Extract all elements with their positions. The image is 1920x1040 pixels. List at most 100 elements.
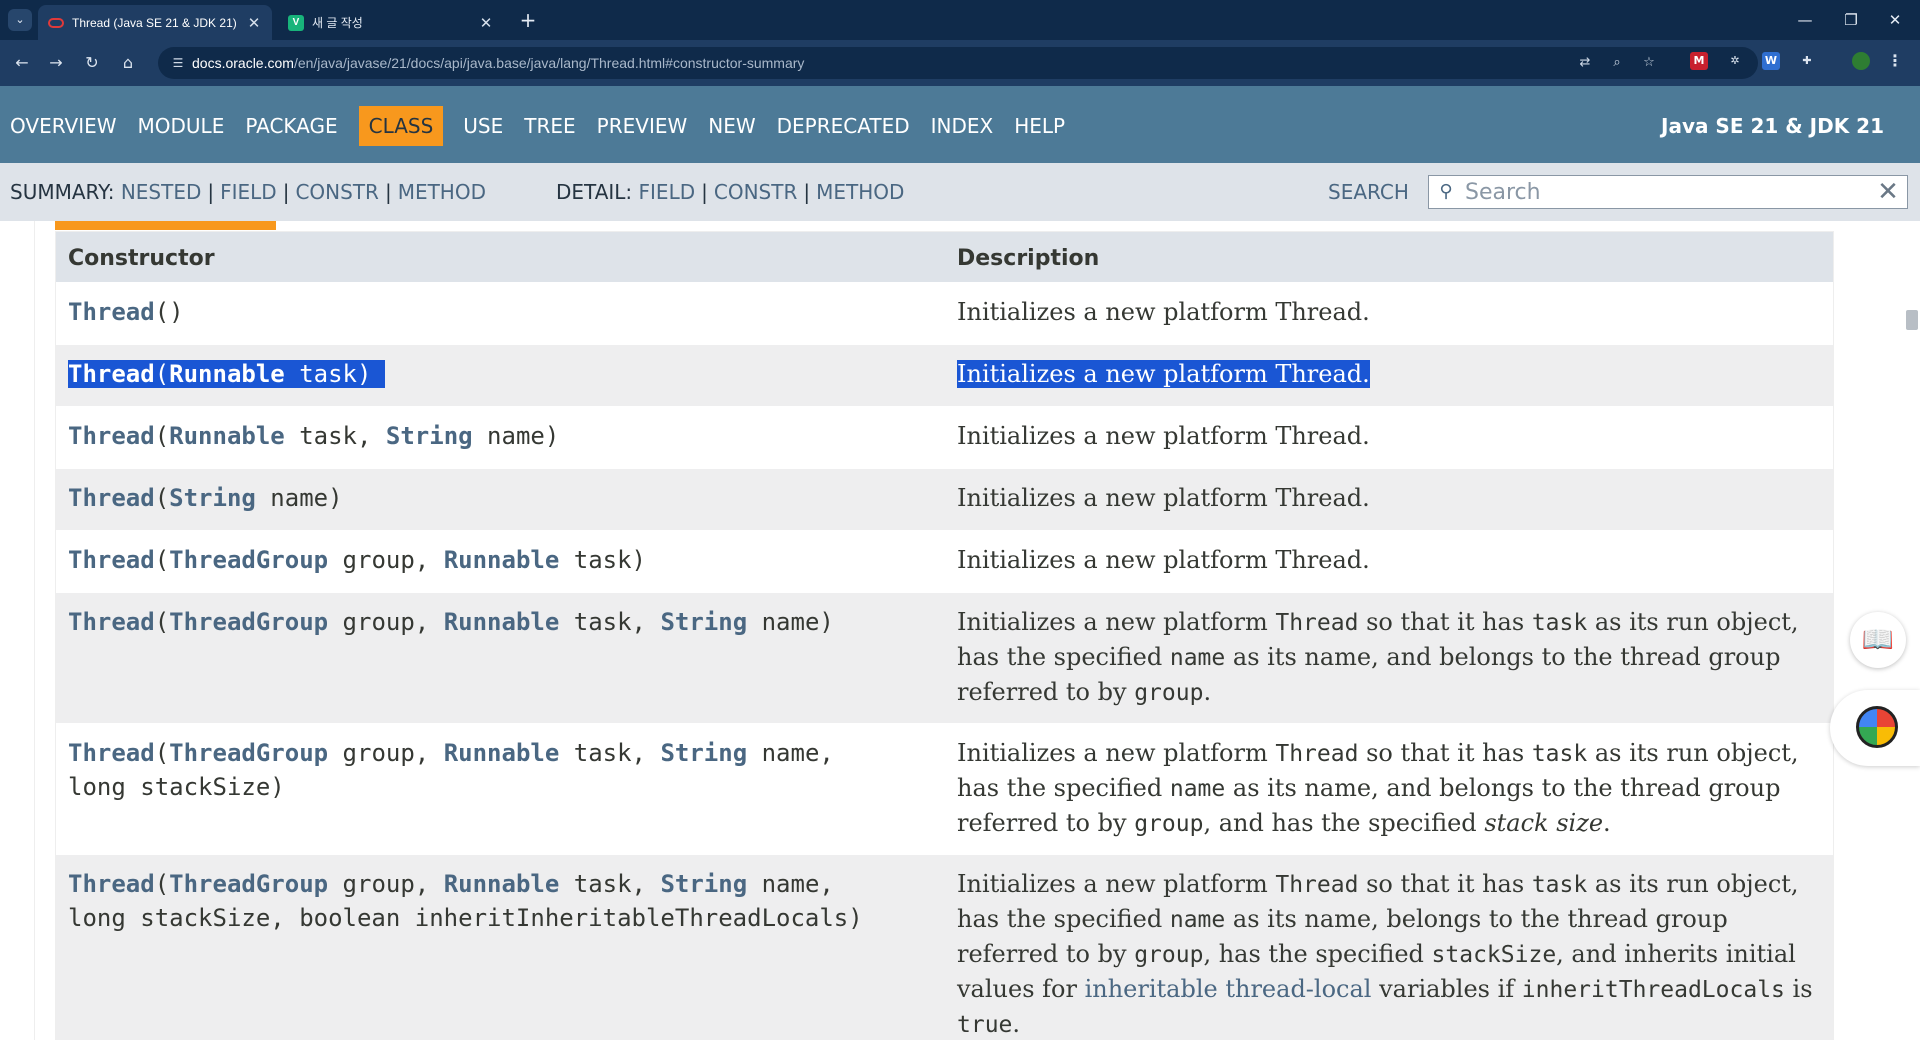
threadgroup-type-link[interactable]: ThreadGroup [169, 870, 328, 898]
constructor-link[interactable]: Thread [68, 298, 155, 326]
minimize-button[interactable]: — [1790, 8, 1820, 32]
runnable-type-link[interactable]: Runnable [169, 360, 285, 388]
detail-label: DETAIL: [556, 180, 633, 204]
main-content: Constructor Description Thread() Initial… [0, 221, 1920, 1040]
nav-index[interactable]: INDEX [921, 106, 1004, 146]
constructor-link[interactable]: Thread [68, 546, 155, 574]
table-header: Constructor Description [56, 232, 1833, 282]
close-icon[interactable]: ✕ [246, 14, 262, 32]
close-icon[interactable]: ✕ [478, 14, 494, 32]
tab-title: 새 글 작성 [312, 16, 363, 30]
zoom-icon[interactable]: ⌕ [1608, 54, 1626, 72]
string-type-link[interactable]: String [660, 608, 747, 636]
top-nav-menu: OVERVIEW MODULE PACKAGE CLASS USE TREE P… [0, 106, 1076, 146]
nav-class-current: CLASS [358, 106, 444, 146]
url-host: docs.oracle.com [192, 55, 294, 71]
runnable-type-link[interactable]: Runnable [444, 546, 560, 574]
javadoc-top-nav: OVERVIEW MODULE PACKAGE CLASS USE TREE P… [0, 86, 1920, 163]
constructor-description: Initializes a new platform Thread so tha… [957, 608, 1799, 706]
nav-tree[interactable]: TREE [514, 106, 585, 146]
constructor-description: Initializes a new platform Thread. [957, 484, 1370, 512]
inheritable-thread-local-link[interactable]: inheritable thread-local [1085, 975, 1372, 1003]
runnable-type-link[interactable]: Runnable [444, 608, 560, 636]
runnable-type-link[interactable]: Runnable [444, 870, 560, 898]
extensions-puzzle-icon[interactable]: ✚ [1798, 52, 1816, 70]
runnable-type-link[interactable]: Runnable [169, 422, 285, 450]
profile-avatar[interactable] [1852, 52, 1870, 70]
constructor-signature: Thread(ThreadGroup group, Runnable task) [68, 546, 646, 574]
extension-w-icon[interactable]: W [1762, 52, 1780, 70]
constructor-link[interactable]: Thread [68, 739, 155, 767]
search-reset-icon[interactable]: ✕ [1875, 178, 1901, 206]
search-box: ⚲ ✕ [1428, 175, 1908, 209]
table-row: Thread(Runnable task, String name) Initi… [56, 406, 1833, 468]
reload-button[interactable]: ↻ [80, 51, 104, 75]
extension-gear-icon[interactable]: ✲ [1726, 52, 1744, 70]
summary-constr-link[interactable]: CONSTR [295, 180, 378, 204]
constructor-signature: Thread(Runnable task) [56, 345, 945, 406]
separator: | [384, 180, 392, 204]
nav-package[interactable]: PACKAGE [235, 106, 347, 146]
constructor-link[interactable]: Thread [68, 484, 155, 512]
constructor-link[interactable]: Thread [68, 608, 155, 636]
string-type-link[interactable]: String [660, 739, 747, 767]
home-icon: ⌂ [122, 53, 134, 72]
table-row: Thread() Initializes a new platform Thre… [56, 282, 1833, 344]
assistant-orb-icon[interactable] [1856, 706, 1898, 748]
scrollbar-thumb[interactable] [1906, 310, 1918, 330]
threadgroup-type-link[interactable]: ThreadGroup [169, 739, 328, 767]
separator: | [803, 180, 811, 204]
bookmark-star-icon[interactable]: ☆ [1640, 54, 1658, 72]
nav-module[interactable]: MODULE [128, 106, 235, 146]
book-icon: 📖 [1861, 625, 1895, 655]
runnable-type-link[interactable]: Runnable [444, 739, 560, 767]
search-label: SEARCH [1328, 180, 1409, 204]
detail-method-link[interactable]: METHOD [816, 180, 904, 204]
reader-mode-button[interactable]: 📖 [1850, 612, 1906, 668]
constructor-signature: Thread(ThreadGroup group, Runnable task,… [68, 739, 834, 801]
table-row-selected: Thread(Runnable task) Initializes a new … [56, 344, 1833, 406]
nav-overview[interactable]: OVERVIEW [0, 106, 127, 146]
nav-deprecated[interactable]: DEPRECATED [767, 106, 920, 146]
browser-menu-icon[interactable]: ⋮ [1886, 52, 1904, 70]
tab-title: Thread (Java SE 21 & JDK 21) [72, 15, 237, 30]
new-tab-button[interactable]: + [516, 8, 540, 32]
nav-help[interactable]: HELP [1004, 106, 1075, 146]
threadgroup-type-link[interactable]: ThreadGroup [169, 546, 328, 574]
header-description: Description [957, 246, 1100, 271]
forward-button[interactable]: → [44, 51, 68, 75]
summary-nested-link[interactable]: NESTED [121, 180, 202, 204]
constructor-description: Initializes a new platform Thread. [957, 422, 1370, 450]
nav-preview[interactable]: PREVIEW [587, 106, 698, 146]
restore-button[interactable]: ❐ [1836, 8, 1866, 32]
detail-field-link[interactable]: FIELD [639, 180, 696, 204]
selected-text: Initializes a new platform Thread. [957, 360, 1370, 388]
string-type-link[interactable]: String [660, 870, 747, 898]
home-button[interactable]: ⌂ [116, 51, 140, 75]
summary-method-link[interactable]: METHOD [398, 180, 486, 204]
constructor-link[interactable]: Thread [68, 870, 155, 898]
constructor-link[interactable]: Thread [68, 422, 155, 450]
extension-m-icon[interactable]: M [1690, 52, 1708, 70]
address-bar[interactable]: ☰ docs.oracle.com/en/java/javase/21/docs… [158, 47, 1758, 79]
constructor-link[interactable]: Thread [68, 360, 155, 388]
back-button[interactable]: ← [10, 51, 34, 75]
string-type-link[interactable]: String [386, 422, 473, 450]
browser-tab-new-post[interactable]: V 새 글 작성 ✕ [278, 5, 504, 40]
tab-search-button[interactable]: ⌄ [8, 9, 32, 31]
url-text[interactable]: docs.oracle.com/en/java/javase/21/docs/a… [192, 55, 804, 71]
string-type-link[interactable]: String [169, 484, 256, 512]
chevron-down-icon: ⌄ [15, 13, 25, 26]
table-row: Thread(ThreadGroup group, Runnable task,… [56, 592, 1833, 723]
nav-use[interactable]: USE [453, 106, 513, 146]
translate-icon[interactable]: ⇄ [1576, 54, 1594, 72]
window-close-button[interactable]: ✕ [1880, 8, 1910, 32]
search-input[interactable] [1465, 179, 1865, 205]
summary-field-link[interactable]: FIELD [220, 180, 277, 204]
threadgroup-type-link[interactable]: ThreadGroup [169, 608, 328, 636]
detail-constr-link[interactable]: CONSTR [714, 180, 797, 204]
browser-tab-thread[interactable]: Thread (Java SE 21 & JDK 21) ✕ [38, 5, 272, 40]
nav-new[interactable]: NEW [698, 106, 765, 146]
page-scrollbar[interactable] [1904, 221, 1920, 1040]
site-info-icon[interactable]: ☰ [170, 55, 186, 71]
